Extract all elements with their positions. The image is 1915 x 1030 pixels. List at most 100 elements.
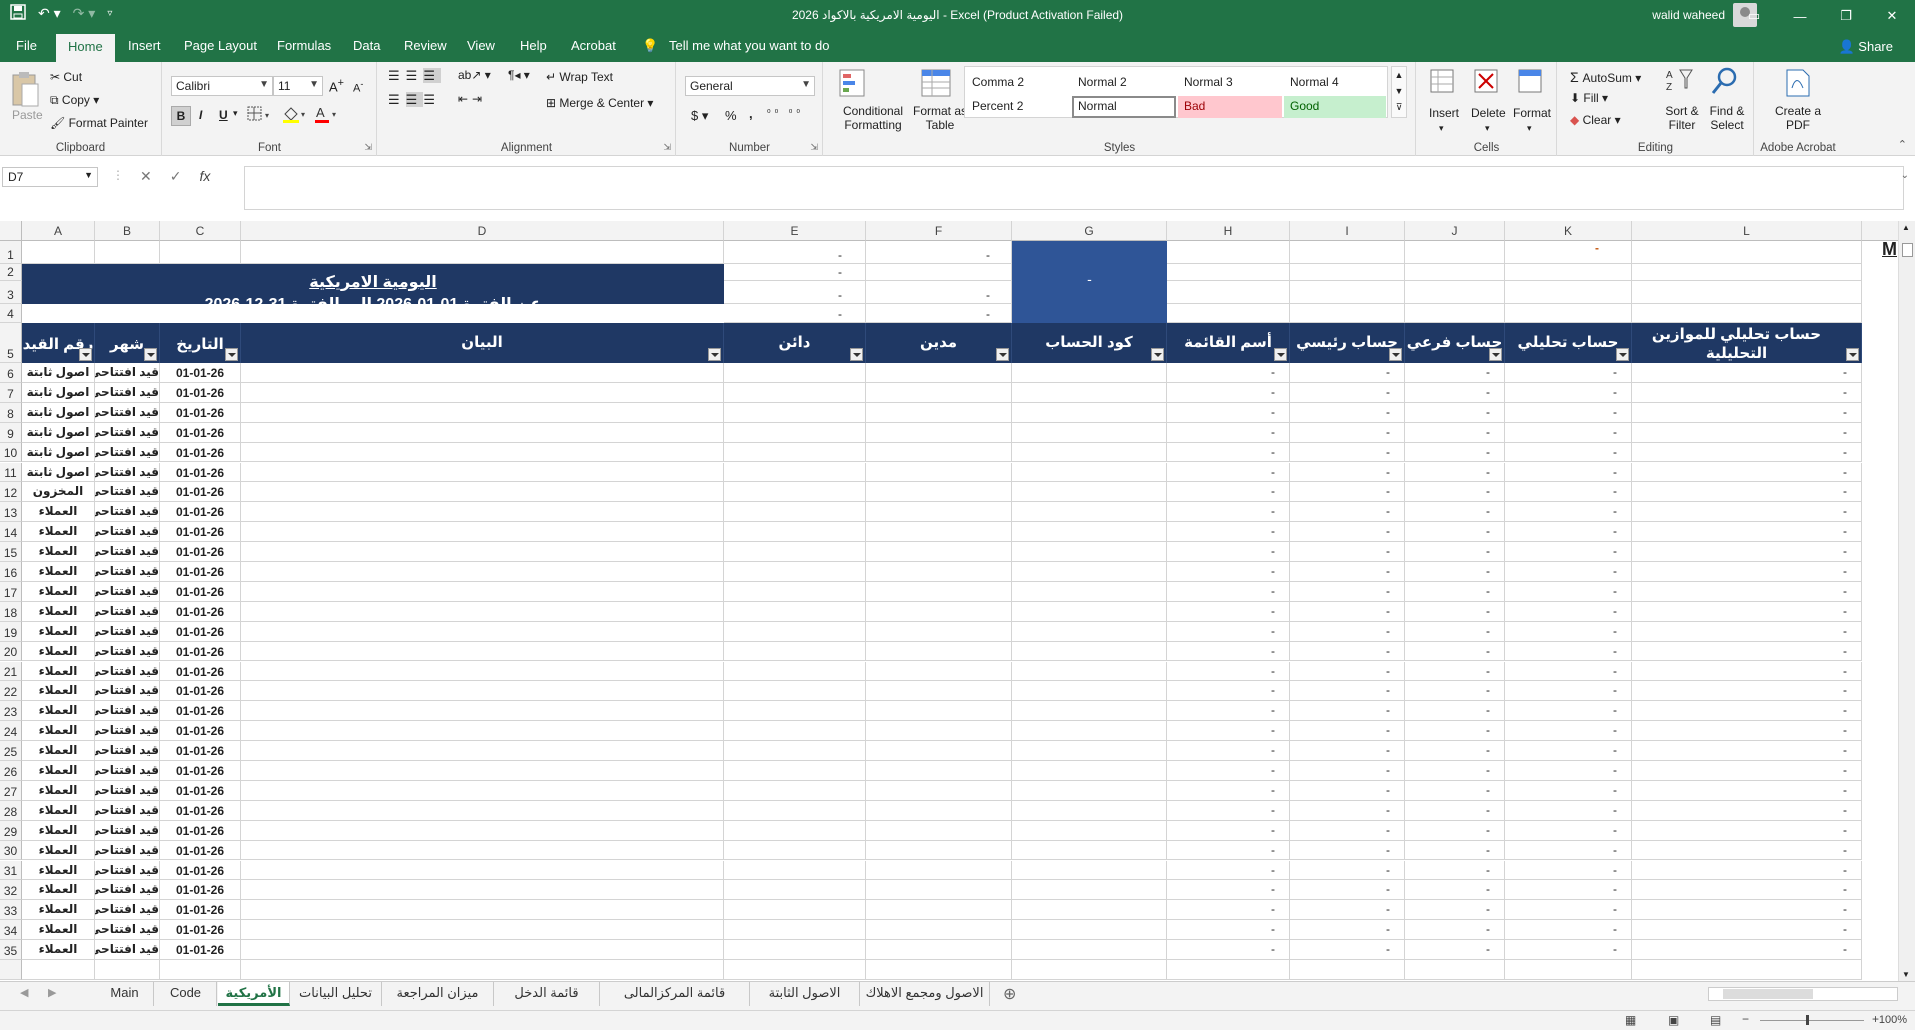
dialog-launcher-icon[interactable]: ⇲ bbox=[663, 142, 671, 153]
cell[interactable]: العملاء bbox=[22, 681, 95, 702]
cell[interactable]: 01-01-26 bbox=[160, 940, 241, 960]
cell[interactable] bbox=[1405, 960, 1505, 980]
cell[interactable]: - bbox=[1505, 482, 1632, 503]
header-cell-c[interactable]: التاريخ bbox=[160, 323, 241, 363]
cell[interactable]: - bbox=[1505, 422, 1632, 443]
create-pdf-button[interactable]: Create a PDF bbox=[1773, 104, 1823, 132]
cell[interactable]: - bbox=[1632, 721, 1862, 742]
cell[interactable] bbox=[1012, 880, 1167, 901]
cell[interactable]: - bbox=[1505, 721, 1632, 742]
cell[interactable] bbox=[724, 820, 866, 841]
sheet-tab[interactable]: قائمة المركزالمالى bbox=[600, 982, 750, 1006]
cell[interactable] bbox=[241, 601, 724, 622]
cell[interactable] bbox=[866, 920, 1012, 941]
cell[interactable]: العملاء bbox=[22, 800, 95, 821]
cell[interactable]: العملاء bbox=[22, 641, 95, 662]
cell[interactable] bbox=[866, 442, 1012, 463]
cell[interactable] bbox=[866, 621, 1012, 642]
tab-file[interactable]: File bbox=[16, 38, 37, 53]
sheet-tab[interactable]: قائمة الدخل bbox=[494, 982, 600, 1006]
account-code-block[interactable]: - bbox=[1012, 241, 1167, 323]
cell[interactable] bbox=[724, 442, 866, 463]
cell[interactable]: - bbox=[1632, 482, 1862, 503]
cell[interactable]: - bbox=[1632, 402, 1862, 423]
cell[interactable]: العملاء bbox=[22, 701, 95, 722]
cell[interactable] bbox=[724, 422, 866, 443]
row-header[interactable] bbox=[0, 960, 22, 980]
cell[interactable]: قيد افتتاحي bbox=[95, 780, 160, 801]
cell[interactable]: - bbox=[1405, 761, 1505, 781]
cell[interactable] bbox=[241, 562, 724, 582]
cell[interactable]: - bbox=[1167, 940, 1290, 960]
cell[interactable]: 01-01-26 bbox=[160, 900, 241, 921]
vertical-align-icons[interactable]: ☰☰☰ bbox=[388, 68, 441, 84]
cell[interactable]: 01-01-26 bbox=[160, 422, 241, 443]
cell[interactable] bbox=[724, 900, 866, 921]
cell[interactable]: 01-01-26 bbox=[160, 800, 241, 821]
cell[interactable]: - bbox=[1505, 402, 1632, 423]
cell[interactable] bbox=[241, 761, 724, 781]
cell[interactable] bbox=[1405, 304, 1505, 323]
cell[interactable] bbox=[1632, 241, 1862, 264]
cell[interactable] bbox=[724, 581, 866, 602]
filter-dropdown-icon[interactable] bbox=[144, 348, 157, 361]
cell[interactable]: قيد افتتاحي bbox=[95, 681, 160, 702]
format-painter-button[interactable]: 🖌 Format Painter bbox=[50, 116, 148, 130]
row-header[interactable]: 12 bbox=[0, 482, 22, 503]
cell[interactable] bbox=[241, 920, 724, 941]
cell[interactable] bbox=[1012, 860, 1167, 881]
row-header[interactable]: 25 bbox=[0, 741, 22, 761]
cell[interactable] bbox=[1290, 264, 1405, 281]
cell[interactable] bbox=[1012, 402, 1167, 423]
cell[interactable]: العملاء bbox=[22, 900, 95, 921]
cell[interactable] bbox=[866, 860, 1012, 881]
cell[interactable]: - bbox=[1632, 502, 1862, 523]
header-cell-l[interactable]: حساب تحليلي للموازين التحليلية bbox=[1632, 323, 1862, 363]
row-header[interactable]: 18 bbox=[0, 601, 22, 622]
find-select-button[interactable]: Find & Select bbox=[1706, 104, 1748, 132]
formula-input[interactable] bbox=[244, 166, 1904, 210]
cell[interactable]: - bbox=[1290, 641, 1405, 662]
tab-acrobat[interactable]: Acrobat bbox=[571, 38, 616, 53]
cell[interactable]: 01-01-26 bbox=[160, 442, 241, 463]
pdf-icon[interactable] bbox=[1783, 68, 1813, 101]
cell[interactable]: - bbox=[1290, 482, 1405, 503]
cell[interactable]: العملاء bbox=[22, 721, 95, 742]
row-header[interactable]: 19 bbox=[0, 621, 22, 642]
cell[interactable]: 01-01-26 bbox=[160, 701, 241, 722]
cell[interactable] bbox=[160, 960, 241, 980]
cell[interactable]: - bbox=[1405, 363, 1505, 383]
close-icon[interactable]: ✕ bbox=[1869, 0, 1915, 32]
cell[interactable]: - bbox=[1405, 581, 1505, 602]
tab-view[interactable]: View bbox=[467, 38, 495, 53]
row-header[interactable]: 16 bbox=[0, 562, 22, 582]
tab-review[interactable]: Review bbox=[404, 38, 447, 53]
cell[interactable] bbox=[724, 860, 866, 881]
cell[interactable]: - bbox=[1167, 641, 1290, 662]
cell[interactable]: - bbox=[1167, 780, 1290, 801]
cell[interactable]: - bbox=[1405, 482, 1505, 503]
cell[interactable]: - bbox=[1167, 761, 1290, 781]
cell[interactable]: العملاء bbox=[22, 661, 95, 682]
cell[interactable] bbox=[1012, 462, 1167, 483]
cell[interactable]: - bbox=[1632, 581, 1862, 602]
cell[interactable]: - bbox=[1290, 402, 1405, 423]
share-button[interactable]: 👤 Share bbox=[1838, 39, 1893, 55]
format-cells-icon[interactable] bbox=[1517, 68, 1545, 99]
cell[interactable]: - bbox=[1632, 462, 1862, 483]
cut-button[interactable]: ✂ Cut bbox=[50, 70, 82, 84]
cell[interactable]: - bbox=[1167, 382, 1290, 403]
cell[interactable] bbox=[1167, 241, 1290, 264]
cell[interactable]: - bbox=[1505, 860, 1632, 881]
cell[interactable] bbox=[866, 304, 1012, 323]
cell[interactable]: 01-01-26 bbox=[160, 581, 241, 602]
borders-icon[interactable]: ▾ bbox=[247, 106, 273, 125]
cell[interactable] bbox=[1012, 800, 1167, 821]
cell[interactable]: العملاء bbox=[22, 920, 95, 941]
cell[interactable]: قيد افتتاحي bbox=[95, 701, 160, 722]
cell[interactable] bbox=[866, 780, 1012, 801]
cell[interactable]: قيد افتتاحي bbox=[95, 601, 160, 622]
cell[interactable] bbox=[241, 442, 724, 463]
cell[interactable] bbox=[866, 382, 1012, 403]
cell[interactable] bbox=[866, 960, 1012, 980]
